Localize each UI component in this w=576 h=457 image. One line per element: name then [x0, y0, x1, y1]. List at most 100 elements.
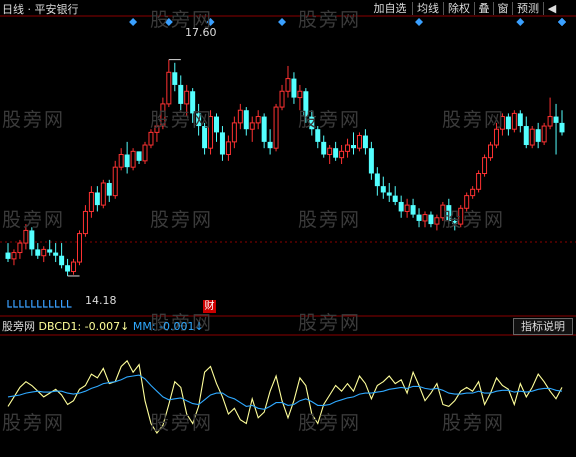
- candle: [392, 186, 398, 206]
- candle-body: [303, 91, 309, 117]
- candle-body: [488, 144, 494, 159]
- low-markers: [7, 300, 72, 308]
- candle: [267, 129, 273, 155]
- candle-body: [553, 116, 559, 123]
- candle: [541, 122, 547, 146]
- candle: [458, 205, 464, 228]
- candle-body: [136, 151, 142, 161]
- candle: [237, 103, 243, 130]
- candle: [100, 179, 106, 209]
- candle-body: [499, 116, 505, 130]
- candle: [291, 72, 297, 104]
- candle-body: [213, 116, 219, 133]
- candle: [499, 113, 505, 136]
- candle-body: [11, 252, 17, 260]
- candle: [82, 205, 88, 237]
- candle: [23, 224, 29, 250]
- stock-chart[interactable]: [0, 0, 576, 457]
- candle: [130, 148, 136, 171]
- candle: [29, 227, 35, 256]
- candle-body: [327, 147, 333, 156]
- diamond-marker: [558, 18, 566, 26]
- candle: [464, 192, 470, 212]
- candle: [351, 132, 357, 155]
- diamond-marker: [206, 18, 215, 26]
- candle-body: [76, 233, 82, 263]
- diamond-marker: [278, 18, 287, 26]
- candle: [285, 65, 291, 98]
- candle-body: [404, 204, 410, 212]
- candle: [380, 176, 386, 199]
- candle: [106, 179, 112, 202]
- low-marker: [43, 300, 48, 308]
- candle-body: [160, 103, 166, 127]
- low-marker: [19, 300, 24, 308]
- candle: [41, 246, 47, 263]
- candle-body: [547, 116, 553, 127]
- candle-body: [559, 122, 565, 133]
- candle: [273, 103, 279, 152]
- candle-body: [154, 125, 160, 133]
- candle-body: [225, 141, 231, 156]
- candle: [118, 148, 124, 171]
- candle: [309, 110, 315, 136]
- candle: [374, 167, 380, 196]
- candle-body: [178, 84, 184, 104]
- candle: [65, 258, 71, 276]
- candle-body: [309, 116, 315, 130]
- candle: [243, 107, 249, 136]
- candle-body: [458, 207, 464, 225]
- candle: [511, 110, 517, 133]
- candle: [297, 84, 303, 111]
- candle-body: [148, 131, 154, 146]
- candle: [142, 141, 148, 164]
- low-marker: [66, 300, 72, 308]
- candle: [219, 126, 225, 161]
- low-marker: [37, 300, 42, 308]
- candle-body: [345, 144, 351, 152]
- candle: [321, 135, 327, 158]
- candle-body: [249, 122, 255, 130]
- candle: [553, 103, 559, 155]
- candle: [339, 145, 345, 164]
- candle: [440, 201, 446, 221]
- candle-body: [523, 126, 529, 146]
- candle: [535, 122, 541, 149]
- candle: [362, 129, 368, 155]
- candle-body: [29, 230, 35, 250]
- low-marker: [7, 300, 12, 308]
- indicator-help-button[interactable]: 指标说明: [513, 318, 573, 335]
- candle-body: [41, 248, 47, 257]
- candle-body: [208, 116, 214, 149]
- candle-body: [106, 182, 112, 196]
- candle-body: [261, 116, 267, 142]
- dbcd1-line: [7, 359, 563, 434]
- candle: [255, 110, 261, 130]
- low-marker: [49, 300, 54, 308]
- finance-badge[interactable]: 财: [203, 300, 216, 313]
- candle-body: [35, 249, 41, 256]
- candle: [422, 211, 428, 228]
- candle: [5, 243, 11, 263]
- candle-body: [398, 201, 404, 212]
- candle: [35, 243, 41, 259]
- candle-body: [535, 129, 541, 142]
- candle: [547, 97, 553, 130]
- candle: [303, 88, 309, 123]
- candle: [428, 211, 434, 228]
- candle-body: [476, 172, 482, 190]
- candle-body: [184, 90, 190, 105]
- candle-body: [291, 78, 297, 98]
- candle: [53, 243, 59, 263]
- low-marker: [13, 300, 18, 308]
- candle-body: [112, 166, 118, 197]
- candle-body: [88, 191, 94, 212]
- candle: [136, 151, 142, 164]
- candle-body: [255, 116, 261, 124]
- candle: [261, 113, 267, 149]
- candle-body: [464, 195, 470, 209]
- candle-body: [529, 128, 535, 146]
- candle: [434, 214, 440, 231]
- min-price-label: 14.18: [85, 294, 117, 307]
- candle: [59, 243, 65, 269]
